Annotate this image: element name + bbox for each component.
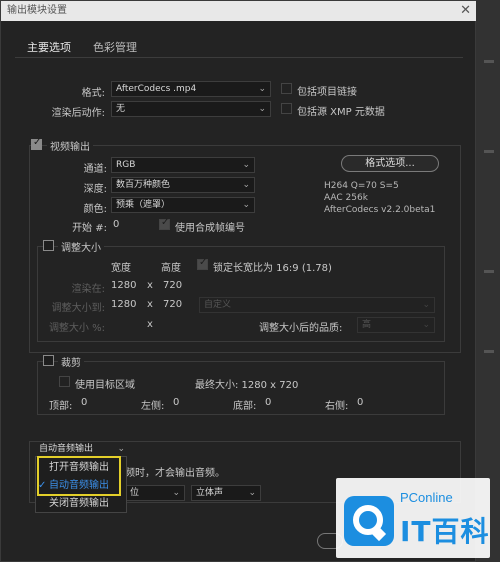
title-bar: 输出模块设置 ✕ [1, 1, 477, 21]
render-at-x: x [147, 280, 153, 291]
codec-info-line-1: H264 Q=70 S=5 [324, 181, 399, 191]
resize-preset-dropdown[interactable]: 自定义 ⌄ [199, 297, 435, 313]
resize-quality-value: 高 [362, 320, 372, 330]
resize-to-x: x [147, 299, 153, 310]
depth-value: 数百万种颜色 [116, 180, 171, 190]
resize-label: 调整大小 [58, 239, 104, 254]
color-dropdown[interactable]: 预乘（遮罩） ⌄ [111, 197, 255, 213]
crop-final-size: 最终大小: 1280 x 720 [195, 380, 299, 391]
resize-pct-label: 调整大小 %: [48, 323, 105, 334]
audio-bitdepth-value: 位 [130, 488, 140, 498]
video-output-checkbox[interactable] [31, 137, 42, 150]
chevron-down-icon: ⌄ [248, 488, 256, 498]
use-roi-label: 使用目标区域 [75, 380, 135, 391]
chevron-down-icon: ⌄ [422, 320, 430, 330]
watermark-small-text: PConline [400, 490, 453, 505]
color-value: 预乘（遮罩） [116, 200, 171, 210]
resize-width-header: 宽度 [111, 263, 131, 274]
format-dropdown[interactable]: AfterCodecs .mp4 ⌄ [111, 81, 271, 97]
pconline-watermark: PConline IT百科 [336, 478, 490, 558]
channels-value: RGB [116, 160, 136, 170]
crop-top-label: 顶部: [49, 401, 73, 412]
close-icon[interactable]: ✕ [460, 1, 471, 21]
tab-divider [15, 57, 463, 58]
lock-aspect-checkbox[interactable] [197, 257, 208, 270]
crop-right-value: 0 [357, 397, 364, 408]
crop-right-label: 右侧: [325, 401, 349, 412]
resize-height-header: 高度 [161, 263, 181, 274]
depth-label: 深度: [83, 184, 107, 195]
render-at-height: 720 [163, 280, 183, 291]
render-at-width: 1280 [111, 280, 137, 291]
highlight-box [37, 456, 121, 496]
audio-channels-dropdown[interactable]: 立体声 ⌄ [191, 485, 261, 501]
include-xmp-label: 包括源 XMP 元数据 [297, 107, 385, 118]
include-xmp-checkbox[interactable] [281, 103, 292, 114]
chevron-down-icon: ⌄ [242, 160, 250, 170]
resize-quality-dropdown[interactable]: 高 ⌄ [357, 317, 435, 333]
include-project-link-checkbox[interactable] [281, 83, 292, 94]
channels-dropdown[interactable]: RGB ⌄ [111, 157, 255, 173]
post-render-value: 无 [116, 104, 126, 114]
resize-preset-value: 自定义 [204, 300, 232, 310]
start-value: 0 [113, 219, 120, 230]
audio-channels-value: 立体声 [196, 488, 224, 498]
post-render-dropdown[interactable]: 无 ⌄ [111, 101, 271, 117]
resize-pct-x: x [147, 319, 153, 330]
lock-aspect-label: 锁定长宽比为 16:9 (1.78) [213, 263, 332, 274]
crop-bottom-value: 0 [265, 397, 272, 408]
watermark-big-text: IT百科 [400, 515, 490, 548]
video-output-label: 视频输出 [47, 138, 93, 153]
use-roi-checkbox[interactable] [59, 376, 70, 387]
channels-label: 通道: [83, 164, 107, 175]
format-value: AfterCodecs .mp4 [116, 84, 197, 94]
resize-quality-label: 调整大小后的品质: [259, 323, 343, 334]
chevron-down-icon: ⌄ [242, 200, 250, 210]
chevron-down-icon: ⌄ [422, 300, 430, 310]
format-options-button[interactable]: 格式选项... [341, 155, 439, 172]
crop-checkbox[interactable] [43, 355, 54, 366]
resize-to-height: 720 [163, 299, 183, 310]
resize-checkbox[interactable] [43, 240, 54, 251]
menu-item-audio-off[interactable]: 关闭音频输出 [36, 495, 128, 512]
format-label: 格式: [81, 88, 105, 99]
post-render-label: 渲染后动作: [51, 108, 105, 119]
strip-mark [484, 60, 494, 63]
chevron-down-icon: ⌄ [258, 84, 266, 94]
chevron-down-icon: ⌄ [258, 104, 266, 114]
codec-info-line-3: AfterCodecs v2.2.0beta1 [324, 205, 436, 215]
crop-bottom-label: 底部: [233, 401, 257, 412]
use-comp-frame-label: 使用合成帧编号 [175, 223, 245, 234]
start-label: 开始 #: [72, 223, 107, 234]
strip-mark [484, 150, 494, 153]
audio-bitdepth-dropdown[interactable]: 位 ⌄ [125, 485, 185, 501]
chevron-down-icon: ⌄ [172, 488, 180, 498]
tab-main-options[interactable]: 主要选项 [27, 39, 71, 58]
crop-left-label: 左侧: [141, 401, 165, 412]
include-project-link-label: 包括项目链接 [297, 87, 357, 98]
codec-info-line-2: AAC 256k [324, 193, 368, 203]
tab-color-management[interactable]: 色彩管理 [93, 39, 137, 55]
resize-to-label: 调整大小到: [51, 303, 105, 314]
depth-dropdown[interactable]: 数百万种颜色 ⌄ [111, 177, 255, 193]
audio-output-value: 自动音频输出 [39, 444, 94, 454]
crop-top-value: 0 [81, 397, 88, 408]
chevron-down-icon: ⌄ [117, 444, 125, 454]
window-title: 输出模块设置 [7, 5, 67, 16]
audio-hint-text: 频时，才会输出音频。 [125, 468, 225, 479]
color-label: 颜色: [83, 204, 107, 215]
crop-label: 裁剪 [58, 354, 84, 369]
pconline-logo-icon [344, 496, 394, 546]
menu-item-audio-off-label: 关闭音频输出 [49, 498, 109, 509]
strip-mark [484, 270, 494, 273]
render-at-label: 渲染在: [71, 284, 105, 295]
strip-mark [484, 350, 494, 353]
chevron-down-icon: ⌄ [242, 180, 250, 190]
resize-to-width: 1280 [111, 299, 137, 310]
crop-left-value: 0 [173, 397, 180, 408]
use-comp-frame-checkbox[interactable] [159, 217, 170, 230]
